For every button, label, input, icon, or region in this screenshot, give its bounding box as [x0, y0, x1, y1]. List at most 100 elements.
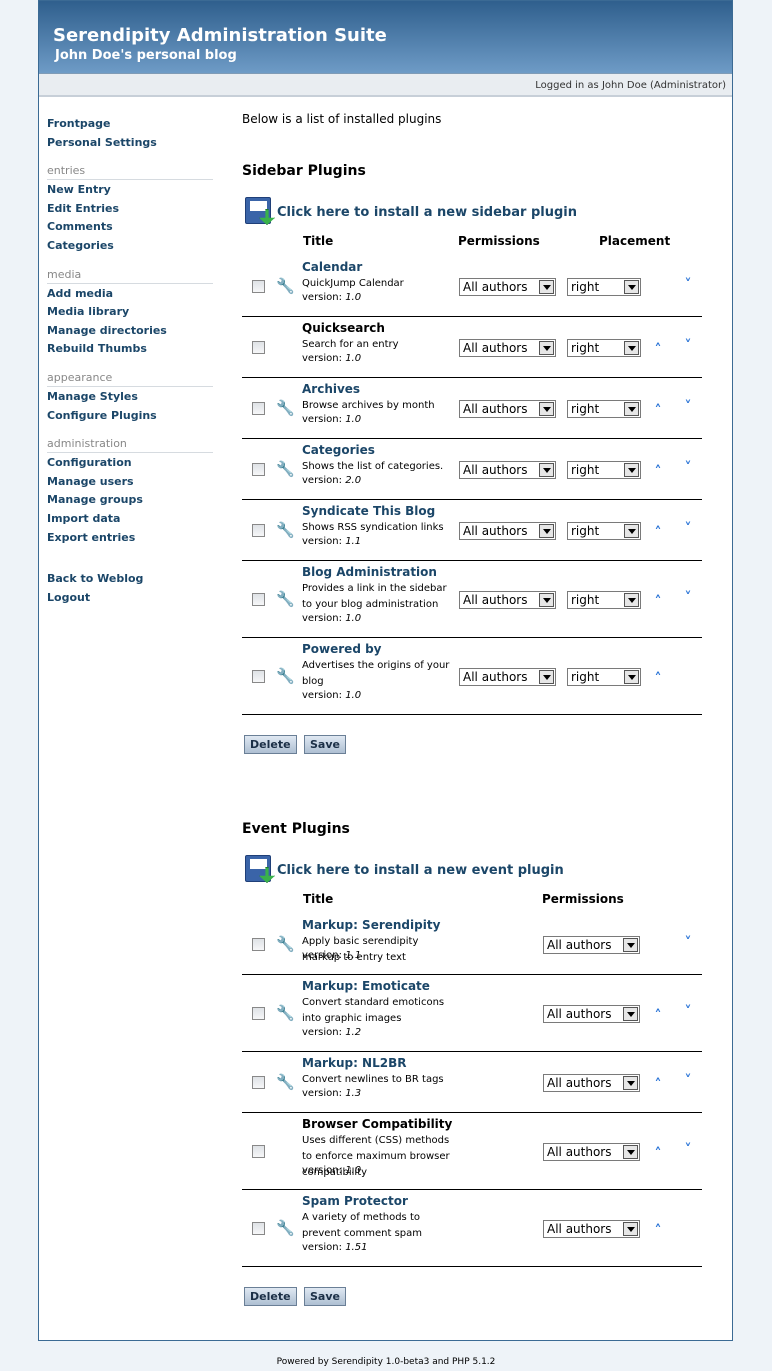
plugin-select-checkbox[interactable]: [252, 280, 265, 293]
permission-select[interactable]: All authors: [543, 1220, 640, 1238]
wrench-icon[interactable]: 🔧: [276, 399, 295, 417]
arrow-up-icon[interactable]: ˄: [650, 343, 666, 357]
plugin-select-checkbox[interactable]: [252, 593, 265, 606]
chevron-down-icon[interactable]: [539, 524, 554, 538]
plugin-title[interactable]: Spam Protector: [302, 1194, 408, 1208]
plugin-title[interactable]: Categories: [302, 443, 375, 457]
arrow-up-icon[interactable]: ˄: [650, 595, 666, 609]
placement-select[interactable]: right: [567, 591, 641, 609]
plugin-title[interactable]: Syndicate This Blog: [302, 504, 435, 518]
permission-select[interactable]: All authors: [459, 668, 556, 686]
permission-select[interactable]: All authors: [543, 1143, 640, 1161]
sidebar-delete-button[interactable]: Delete: [244, 735, 297, 754]
plugin-title[interactable]: Markup: NL2BR: [302, 1056, 406, 1070]
plugin-title[interactable]: Blog Administration: [302, 565, 437, 579]
arrow-up-icon[interactable]: ˄: [650, 1147, 666, 1161]
arrow-up-icon[interactable]: ˄: [650, 404, 666, 418]
wrench-icon[interactable]: 🔧: [276, 460, 295, 478]
wrench-icon[interactable]: 🔧: [276, 1073, 295, 1091]
arrow-up-icon[interactable]: ˄: [650, 1224, 666, 1238]
permission-select[interactable]: All authors: [543, 936, 640, 954]
sidebar-item-manage-styles[interactable]: Manage Styles: [47, 390, 213, 409]
arrow-down-icon[interactable]: ˅: [680, 522, 696, 536]
sidebar-item-configuration[interactable]: Configuration: [47, 456, 213, 475]
wrench-icon[interactable]: 🔧: [276, 521, 295, 539]
permission-select[interactable]: All authors: [543, 1074, 640, 1092]
plugin-select-checkbox[interactable]: [252, 1076, 265, 1089]
chevron-down-icon[interactable]: [539, 670, 554, 684]
arrow-down-icon[interactable]: ˅: [680, 1074, 696, 1088]
sidebar-item-media-library[interactable]: Media library: [47, 305, 213, 324]
chevron-down-icon[interactable]: [539, 280, 554, 294]
chevron-down-icon[interactable]: [539, 402, 554, 416]
arrow-down-icon[interactable]: ˅: [680, 1005, 696, 1019]
install-event-plugin[interactable]: Click here to install a new event plugin: [245, 854, 564, 886]
plugin-select-checkbox[interactable]: [252, 670, 265, 683]
plugin-select-checkbox[interactable]: [252, 1222, 265, 1235]
chevron-down-icon[interactable]: [624, 280, 639, 294]
event-delete-button[interactable]: Delete: [244, 1287, 297, 1306]
chevron-down-icon[interactable]: [623, 938, 638, 952]
install-event-plugin-link[interactable]: Click here to install a new event plugin: [277, 863, 564, 878]
wrench-icon[interactable]: 🔧: [276, 1219, 295, 1237]
plugin-title[interactable]: Powered by: [302, 642, 382, 656]
arrow-down-icon[interactable]: ˅: [680, 400, 696, 414]
placement-select[interactable]: right: [567, 522, 641, 540]
sidebar-item-back-to-weblog[interactable]: Back to Weblog: [47, 572, 213, 591]
sidebar-item-personal-settings[interactable]: Personal Settings: [47, 136, 213, 155]
sidebar-item-export-entries[interactable]: Export entries: [47, 531, 213, 550]
placement-select[interactable]: right: [567, 278, 641, 296]
sidebar-item-manage-groups[interactable]: Manage groups: [47, 493, 213, 512]
sidebar-item-add-media[interactable]: Add media: [47, 287, 213, 306]
arrow-up-icon[interactable]: ˄: [650, 672, 666, 686]
arrow-down-icon[interactable]: ˅: [680, 591, 696, 605]
sidebar-item-logout[interactable]: Logout: [47, 591, 213, 610]
event-save-button[interactable]: Save: [304, 1287, 346, 1306]
arrow-down-icon[interactable]: ˅: [680, 461, 696, 475]
permission-select[interactable]: All authors: [459, 278, 556, 296]
sidebar-item-import-data[interactable]: Import data: [47, 512, 213, 531]
chevron-down-icon[interactable]: [624, 463, 639, 477]
install-sidebar-plugin[interactable]: Click here to install a new sidebar plug…: [245, 196, 577, 228]
plugin-title[interactable]: Markup: Emoticate: [302, 979, 430, 993]
plugin-select-checkbox[interactable]: [252, 341, 265, 354]
arrow-up-icon[interactable]: ˄: [650, 465, 666, 479]
chevron-down-icon[interactable]: [623, 1222, 638, 1236]
chevron-down-icon[interactable]: [624, 341, 639, 355]
sidebar-item-manage-users[interactable]: Manage users: [47, 475, 213, 494]
sidebar-item-manage-directories[interactable]: Manage directories: [47, 324, 213, 343]
chevron-down-icon[interactable]: [539, 593, 554, 607]
chevron-down-icon[interactable]: [539, 341, 554, 355]
sidebar-item-edit-entries[interactable]: Edit Entries: [47, 202, 213, 221]
permission-select[interactable]: All authors: [459, 461, 556, 479]
plugin-select-checkbox[interactable]: [252, 402, 265, 415]
plugin-select-checkbox[interactable]: [252, 463, 265, 476]
permission-select[interactable]: All authors: [459, 522, 556, 540]
placement-select[interactable]: right: [567, 339, 641, 357]
sidebar-item-comments[interactable]: Comments: [47, 220, 213, 239]
permission-select[interactable]: All authors: [543, 1005, 640, 1023]
sidebar-item-configure-plugins[interactable]: Configure Plugins: [47, 409, 213, 428]
chevron-down-icon[interactable]: [624, 524, 639, 538]
chevron-down-icon[interactable]: [623, 1145, 638, 1159]
wrench-icon[interactable]: 🔧: [276, 935, 295, 953]
plugin-select-checkbox[interactable]: [252, 524, 265, 537]
arrow-down-icon[interactable]: ˅: [680, 936, 696, 950]
wrench-icon[interactable]: 🔧: [276, 667, 295, 685]
install-sidebar-plugin-link[interactable]: Click here to install a new sidebar plug…: [277, 205, 577, 220]
permission-select[interactable]: All authors: [459, 339, 556, 357]
permission-select[interactable]: All authors: [459, 591, 556, 609]
arrow-down-icon[interactable]: ˅: [680, 1143, 696, 1157]
sidebar-item-frontpage[interactable]: Frontpage: [47, 117, 213, 136]
chevron-down-icon[interactable]: [539, 463, 554, 477]
wrench-icon[interactable]: 🔧: [276, 590, 295, 608]
plugin-title[interactable]: Markup: Serendipity: [302, 918, 440, 932]
wrench-icon[interactable]: 🔧: [276, 277, 295, 295]
sidebar-item-new-entry[interactable]: New Entry: [47, 183, 213, 202]
arrow-up-icon[interactable]: ˄: [650, 1078, 666, 1092]
plugin-select-checkbox[interactable]: [252, 1007, 265, 1020]
sidebar-item-categories[interactable]: Categories: [47, 239, 213, 258]
sidebar-save-button[interactable]: Save: [304, 735, 346, 754]
sidebar-item-rebuild-thumbs[interactable]: Rebuild Thumbs: [47, 342, 213, 361]
arrow-up-icon[interactable]: ˄: [650, 1009, 666, 1023]
